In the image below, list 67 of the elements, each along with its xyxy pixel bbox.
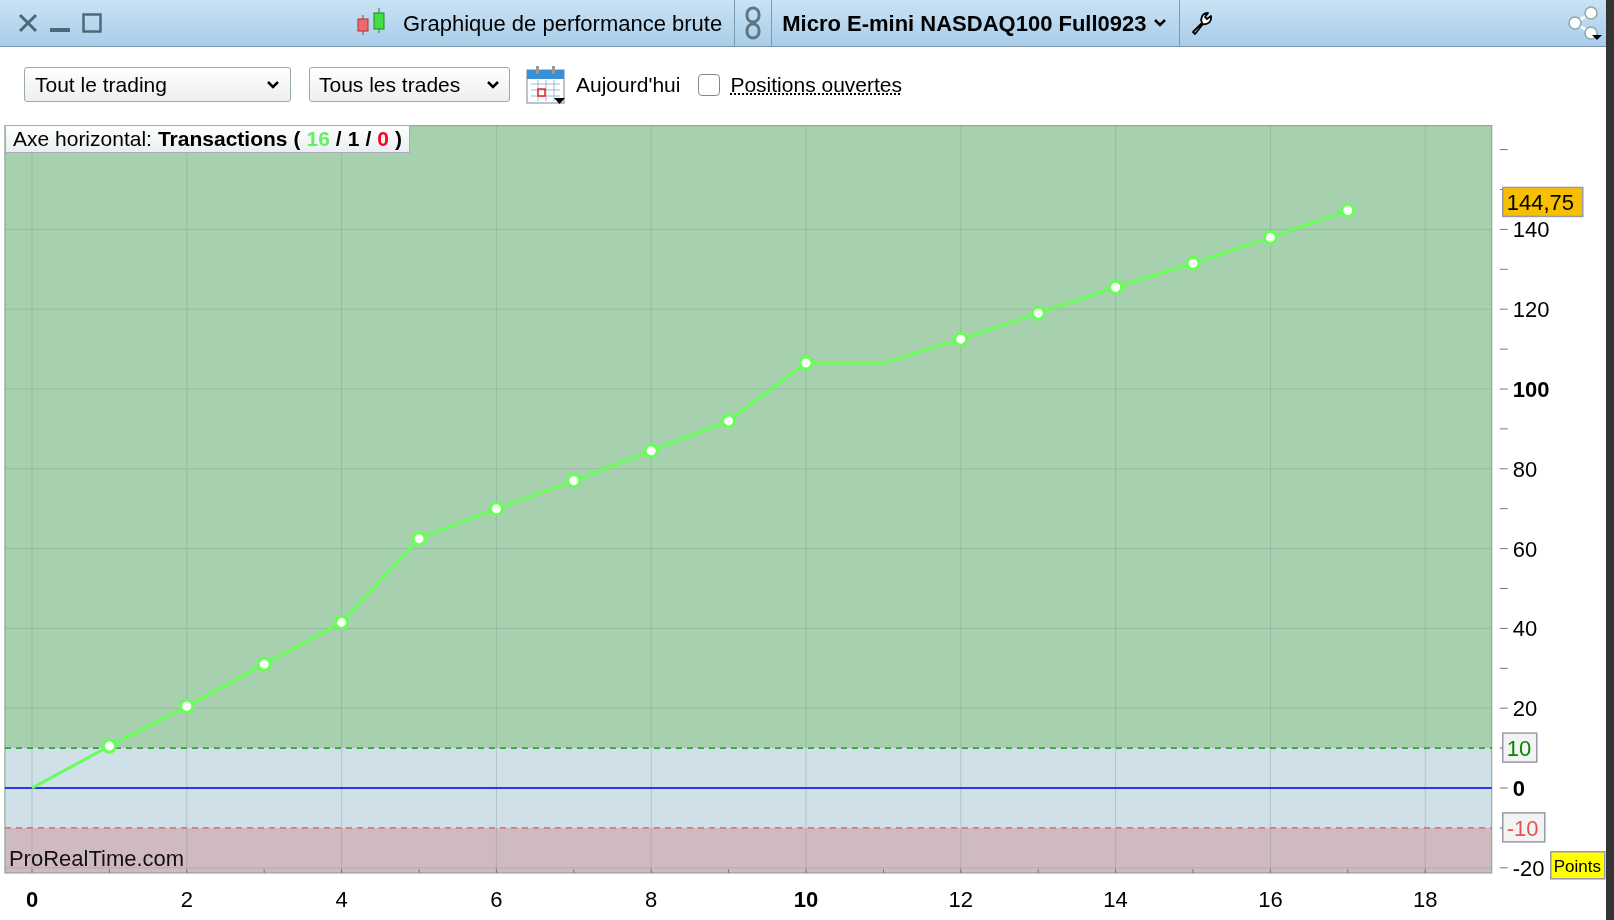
data-point: [566, 473, 582, 489]
legend-count: 1: [347, 126, 360, 153]
y-tick-label: 120: [1512, 297, 1550, 323]
legend-axis-name: Transactions: [157, 126, 288, 153]
minimize-icon[interactable]: [50, 27, 70, 33]
chevron-icon: [266, 79, 280, 90]
instrument-dropdown[interactable]: Micro E-mini NASDAQ100 Full0923: [782, 6, 1167, 40]
y-tick-label: 60: [1512, 536, 1538, 562]
data-point: [334, 614, 350, 630]
data-point: [488, 501, 504, 517]
data-point: [1262, 229, 1278, 245]
window-title: Graphique de performance brute: [403, 9, 723, 38]
y-tick-label: 140: [1512, 217, 1550, 243]
chevron-icon: [1152, 18, 1167, 28]
date-label: Aujourd'hui: [576, 71, 681, 98]
y-tick-label: 80: [1512, 456, 1538, 482]
x-tick-label: 12: [948, 887, 974, 912]
legend-count: 16: [306, 126, 330, 153]
data-point: [721, 413, 737, 429]
y-tick-label: 40: [1512, 616, 1538, 642]
maximize-icon[interactable]: [82, 13, 102, 33]
chevron-icon: [486, 79, 500, 90]
data-point: [1340, 202, 1356, 218]
legend-count: 0: [377, 126, 389, 153]
legend-count: (: [293, 126, 301, 153]
legend-count: /: [335, 126, 342, 153]
data-point: [1185, 255, 1201, 271]
threshold-badge: -10: [1502, 812, 1546, 843]
scope-select[interactable]: Tout le trading: [24, 67, 291, 102]
open-positions-label[interactable]: Positions ouvertes: [730, 68, 902, 101]
y-tick-label: 20: [1512, 696, 1538, 722]
share-icon[interactable]: [1566, 5, 1602, 41]
ref-line-label: 10: [1506, 736, 1532, 762]
threshold-badge: 10: [1502, 732, 1538, 763]
data-point: [101, 738, 117, 754]
legend-label: Axe horizontal:: [13, 126, 152, 153]
y-tick-label: 0: [1512, 776, 1525, 801]
x-tick-label: 2: [180, 887, 193, 912]
legend-count: ): [394, 126, 402, 153]
data-point: [256, 656, 272, 672]
y-tick-label: 100: [1512, 377, 1550, 402]
x-tick-label: 18: [1412, 887, 1438, 912]
x-tick-label: 10: [793, 887, 819, 912]
data-point: [411, 531, 427, 547]
data-point: [798, 355, 814, 371]
x-tick-label: 8: [645, 887, 658, 912]
last-value-badge: 144,75: [1502, 186, 1584, 218]
ref-line-label: -10: [1506, 815, 1539, 841]
x-tick-label: 4: [335, 887, 348, 912]
brand-label: ProRealTime.com: [8, 846, 185, 871]
data-point: [643, 443, 659, 459]
checkbox[interactable]: [698, 73, 721, 96]
trades-select[interactable]: Tous les trades: [309, 67, 510, 102]
x-tick-label: 0: [25, 887, 39, 912]
x-tick-label: 16: [1258, 887, 1283, 912]
data-point: [1030, 305, 1046, 321]
x-tick-label: 6: [490, 887, 503, 912]
data-point: [953, 331, 969, 347]
legend-count: /: [365, 126, 372, 153]
y-tick-label: -20: [1512, 855, 1545, 881]
calendar-icon[interactable]: [526, 64, 566, 105]
data-point: [1108, 279, 1124, 295]
close-icon[interactable]: [17, 12, 39, 34]
unit-badge: Points: [1550, 851, 1606, 880]
x-tick-label: 14: [1103, 887, 1128, 912]
link-icon[interactable]: [745, 6, 762, 40]
data-point: [179, 698, 195, 714]
